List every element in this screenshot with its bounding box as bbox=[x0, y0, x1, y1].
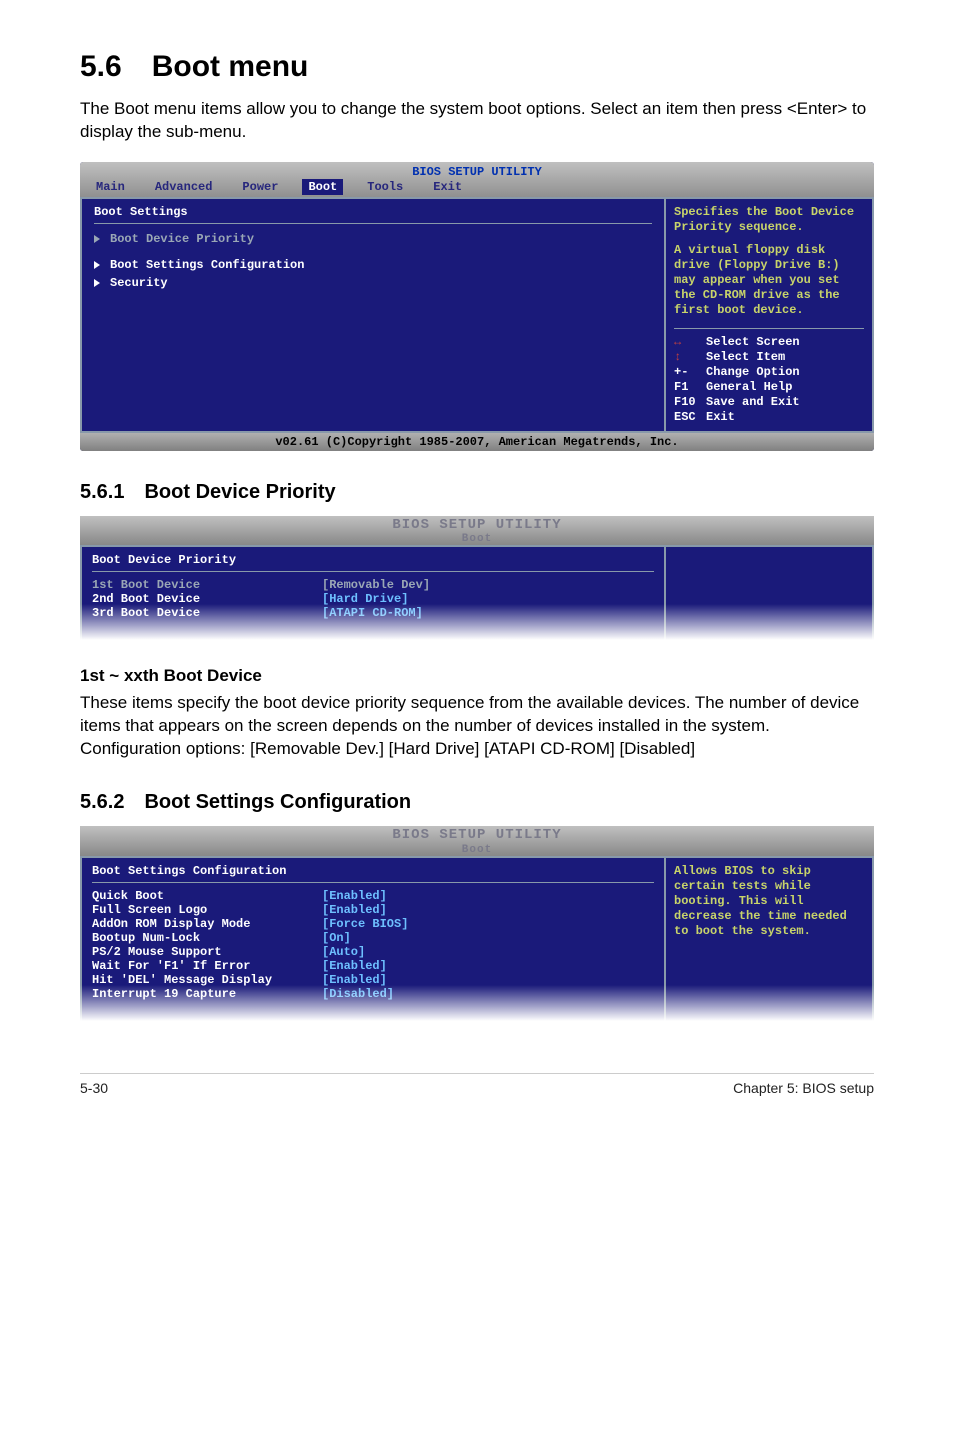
setting-row[interactable]: Quick Boot[Enabled] bbox=[92, 889, 654, 903]
row-value: [Enabled] bbox=[322, 889, 387, 903]
hint-save-exit: Save and Exit bbox=[706, 395, 800, 410]
paragraph-title: 1st ~ xxth Boot Device bbox=[80, 666, 874, 686]
row-value: [Auto] bbox=[322, 945, 365, 959]
hint-key: +- bbox=[674, 365, 700, 380]
row-label: Hit 'DEL' Message Display bbox=[92, 973, 322, 987]
row-value: [On] bbox=[322, 931, 351, 945]
bios-title: BIOS SETUP UTILITY bbox=[80, 518, 874, 533]
tab-tools[interactable]: Tools bbox=[361, 179, 409, 195]
menu-security[interactable]: Security bbox=[94, 274, 652, 292]
row-label: Bootup Num-Lock bbox=[92, 931, 322, 945]
bios-screenshot-boot-settings-config: BIOS SETUP UTILITY Boot Boot Settings Co… bbox=[80, 826, 874, 1022]
bios-panel-title: Boot Device Priority bbox=[92, 553, 654, 572]
row-label: 3rd Boot Device bbox=[92, 606, 322, 620]
bios-left-panel: Boot Device Priority 1st Boot Device [Re… bbox=[80, 545, 664, 642]
bios-screenshot-boot-menu: BIOS SETUP UTILITY Main Advanced Power B… bbox=[80, 162, 874, 451]
help-text-1: Specifies the Boot Device Priority seque… bbox=[674, 205, 864, 235]
hint-general-help: General Help bbox=[706, 380, 792, 395]
setting-row[interactable]: PS/2 Mouse Support[Auto] bbox=[92, 945, 654, 959]
setting-row[interactable]: Wait For 'F1' If Error[Enabled] bbox=[92, 959, 654, 973]
boot-device-row[interactable]: 3rd Boot Device [ATAPI CD-ROM] bbox=[92, 606, 654, 620]
hint-key: F10 bbox=[674, 395, 700, 410]
menu-label: Boot Device Priority bbox=[110, 232, 254, 246]
bios-panel-title: Boot Settings bbox=[94, 205, 652, 224]
hint-key: F1 bbox=[674, 380, 700, 395]
paragraph-body: These items specify the boot device prio… bbox=[80, 692, 874, 761]
row-value: [Disabled] bbox=[322, 987, 394, 1001]
boot-device-row[interactable]: 2nd Boot Device [Hard Drive] bbox=[92, 592, 654, 606]
tab-main[interactable]: Main bbox=[90, 179, 131, 195]
bios-active-tab: Boot bbox=[80, 533, 874, 545]
setting-row[interactable]: Full Screen Logo[Enabled] bbox=[92, 903, 654, 917]
hint-select-screen: Select Screen bbox=[706, 335, 800, 350]
section-intro: The Boot menu items allow you to change … bbox=[80, 98, 874, 144]
row-label: Wait For 'F1' If Error bbox=[92, 959, 322, 973]
tab-power[interactable]: Power bbox=[236, 179, 284, 195]
bios-active-tab: Boot bbox=[80, 844, 874, 856]
row-label: Quick Boot bbox=[92, 889, 322, 903]
bios-help-panel: Allows BIOS to skip certain tests while … bbox=[664, 856, 874, 1023]
bios-left-panel: Boot Settings Configuration Quick Boot[E… bbox=[80, 856, 664, 1023]
arrows-ud-icon: ↕ bbox=[674, 350, 700, 365]
bios-help-panel: Specifies the Boot Device Priority seque… bbox=[664, 197, 874, 433]
row-label: 2nd Boot Device bbox=[92, 592, 322, 606]
subsection-5-6-2: 5.6.2 Boot Settings Configuration bbox=[80, 791, 874, 814]
row-label: Interrupt 19 Capture bbox=[92, 987, 322, 1001]
hint-change-option: Change Option bbox=[706, 365, 800, 380]
footer-rule bbox=[80, 1073, 874, 1074]
bios-title: BIOS SETUP UTILITY bbox=[80, 162, 874, 179]
caret-icon bbox=[94, 235, 100, 243]
bios-tab-bar: Main Advanced Power Boot Tools Exit bbox=[80, 179, 874, 197]
bios-left-panel: Boot Settings Boot Device Priority Boot … bbox=[80, 197, 664, 433]
key-hints: ↔ Select Screen ↕ Select Item +- Change Opt… bbox=[674, 335, 864, 425]
row-value: [Removable Dev] bbox=[322, 578, 430, 592]
menu-boot-settings-configuration[interactable]: Boot Settings Configuration bbox=[94, 256, 652, 274]
tab-advanced[interactable]: Advanced bbox=[149, 179, 219, 195]
chapter-label: Chapter 5: BIOS setup bbox=[733, 1080, 874, 1096]
arrows-lr-icon: ↔ bbox=[674, 335, 700, 350]
row-label: 1st Boot Device bbox=[92, 578, 322, 592]
setting-row[interactable]: Bootup Num-Lock[On] bbox=[92, 931, 654, 945]
row-value: [Hard Drive] bbox=[322, 592, 408, 606]
menu-label: Boot Settings Configuration bbox=[110, 258, 304, 272]
menu-label: Security bbox=[110, 276, 168, 290]
row-value: [Force BIOS] bbox=[322, 917, 408, 931]
help-text-2: A virtual floppy disk drive (Floppy Driv… bbox=[674, 243, 864, 318]
caret-icon bbox=[94, 261, 100, 269]
setting-row[interactable]: Interrupt 19 Capture[Disabled] bbox=[92, 987, 654, 1001]
setting-row[interactable]: AddOn ROM Display Mode[Force BIOS] bbox=[92, 917, 654, 931]
tab-exit[interactable]: Exit bbox=[427, 179, 468, 195]
bios-copyright: v02.61 (C)Copyright 1985-2007, American … bbox=[80, 433, 874, 451]
setting-row[interactable]: Hit 'DEL' Message Display[Enabled] bbox=[92, 973, 654, 987]
caret-icon bbox=[94, 279, 100, 287]
bios-title: BIOS SETUP UTILITY bbox=[80, 828, 874, 843]
bios-panel-title: Boot Settings Configuration bbox=[92, 864, 654, 883]
hint-exit: Exit bbox=[706, 410, 735, 425]
row-label: Full Screen Logo bbox=[92, 903, 322, 917]
bios-help-panel bbox=[664, 545, 874, 642]
section-heading: 5.6 Boot menu bbox=[80, 50, 874, 84]
menu-boot-device-priority[interactable]: Boot Device Priority bbox=[94, 230, 652, 248]
help-text: Allows BIOS to skip certain tests while … bbox=[674, 864, 864, 939]
row-value: [Enabled] bbox=[322, 973, 387, 987]
row-label: PS/2 Mouse Support bbox=[92, 945, 322, 959]
hint-key: ESC bbox=[674, 410, 700, 425]
row-label: AddOn ROM Display Mode bbox=[92, 917, 322, 931]
row-value: [ATAPI CD-ROM] bbox=[322, 606, 423, 620]
boot-device-row[interactable]: 1st Boot Device [Removable Dev] bbox=[92, 578, 654, 592]
tab-boot[interactable]: Boot bbox=[302, 179, 343, 195]
page-number: 5-30 bbox=[80, 1080, 108, 1096]
hint-select-item: Select Item bbox=[706, 350, 785, 365]
row-value: [Enabled] bbox=[322, 959, 387, 973]
subsection-5-6-1: 5.6.1 Boot Device Priority bbox=[80, 481, 874, 504]
bios-screenshot-boot-device-priority: BIOS SETUP UTILITY Boot Boot Device Prio… bbox=[80, 516, 874, 642]
row-value: [Enabled] bbox=[322, 903, 387, 917]
